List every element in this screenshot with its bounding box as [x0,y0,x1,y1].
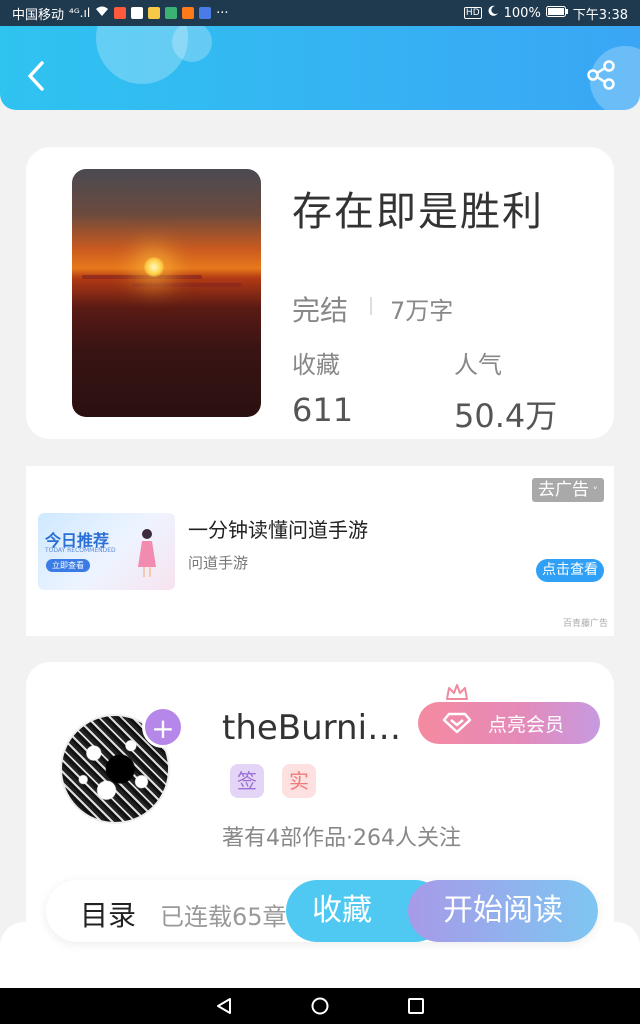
follow-author-button[interactable]: + [142,706,184,748]
book-status: 完结 [292,294,349,327]
moon-icon [487,5,499,21]
share-button[interactable] [584,58,618,92]
ad-view-button[interactable]: 点击查看 [536,559,604,582]
ad-provider-label: 百青藤广告 [562,619,608,629]
book-info-card: 存在即是胜利 完结 7万字 收藏 611 人气 50.4万 [26,147,614,439]
popularity-count: 50.4万 [454,397,558,435]
author-name[interactable]: theBurnin… [222,708,422,748]
triangle-back-icon [217,998,231,1014]
start-reading-button[interactable]: 开始阅读 [408,880,598,942]
plus-icon: + [151,712,175,745]
ad-image-button: 立即查看 [46,559,90,572]
crown-icon [446,684,468,700]
back-button[interactable] [22,58,50,94]
verified-author-badge: 实 [282,764,316,798]
app-notification-icon [131,7,144,19]
ad-image[interactable]: 今日推荐 TODAY RECOMMENDED 立即查看 [38,513,175,590]
app-notification-icon [114,7,127,19]
system-nav-bar [0,988,640,1024]
square-recents-icon [408,998,424,1014]
cover-cloud [82,275,202,279]
ad-image-subtitle: TODAY RECOMMENDED [45,547,116,554]
battery-percent: 100% [503,5,541,21]
chevron-left-icon [28,61,44,91]
clock: 下午3:38 [572,7,628,23]
wifi-icon [95,6,109,20]
author-stats: 著有4部作品·264人关注 [222,826,461,851]
chapter-progress[interactable]: 已连载65章 [160,897,287,932]
status-right: HD 100% 下午3:38 [463,4,628,23]
app-notification-icon [148,7,161,19]
vip-membership-button[interactable]: 点亮会员 [418,702,600,744]
popularity-label: 人气 [454,351,502,379]
favorites-count: 611 [292,391,354,429]
nav-home-button[interactable] [310,996,330,1016]
book-cover-image[interactable] [72,169,261,417]
chevron-down-icon: ˅ [589,485,598,498]
cover-sun [144,257,164,277]
ad-source: 问道手游 [188,554,249,572]
cover-cloud [132,283,242,287]
remove-ad-button[interactable]: 去广告 ˅ [532,478,604,502]
ad-figure-illustration [138,529,156,577]
nav-recents-button[interactable] [406,996,426,1016]
signal-icon: ⁴ᴳ.ıl [69,6,91,20]
battery-icon [545,5,568,21]
hd-icon: HD [463,7,482,19]
divider [370,297,372,315]
decorative-bubble [172,26,212,62]
book-title: 存在即是胜利 [292,189,544,235]
app-notification-icon [199,7,212,19]
app-notification-icon [165,7,178,19]
bottom-action-bar: 目录 已连载65章 收藏 开始阅读 [46,880,598,942]
ad-title[interactable]: 一分钟读懂问道手游 [188,514,368,543]
signed-author-badge: 签 [230,764,264,798]
remove-ad-label: 去广告 [538,480,589,500]
word-count: 7万字 [390,297,454,325]
table-of-contents-button[interactable]: 目录 [80,894,136,934]
header-bar [0,26,640,110]
status-left: 中国移动 ⁴ᴳ.ıl ··· [12,4,229,23]
vip-membership-label: 点亮会员 [488,713,565,736]
circle-home-icon [311,997,329,1015]
carrier-label: 中国移动 [12,7,65,23]
more-notifications-icon: ··· [216,5,229,21]
share-icon [587,60,615,90]
app-notification-icon [182,7,195,19]
status-bar: 中国移动 ⁴ᴳ.ıl ··· HD 100% 下午3:38 [0,0,640,26]
nav-back-button[interactable] [214,996,234,1016]
diamond-icon [442,712,472,734]
favorites-label: 收藏 [292,351,340,379]
ad-card[interactable]: 去广告 ˅ 今日推荐 TODAY RECOMMENDED 立即查看 一分钟读懂问… [26,466,614,636]
